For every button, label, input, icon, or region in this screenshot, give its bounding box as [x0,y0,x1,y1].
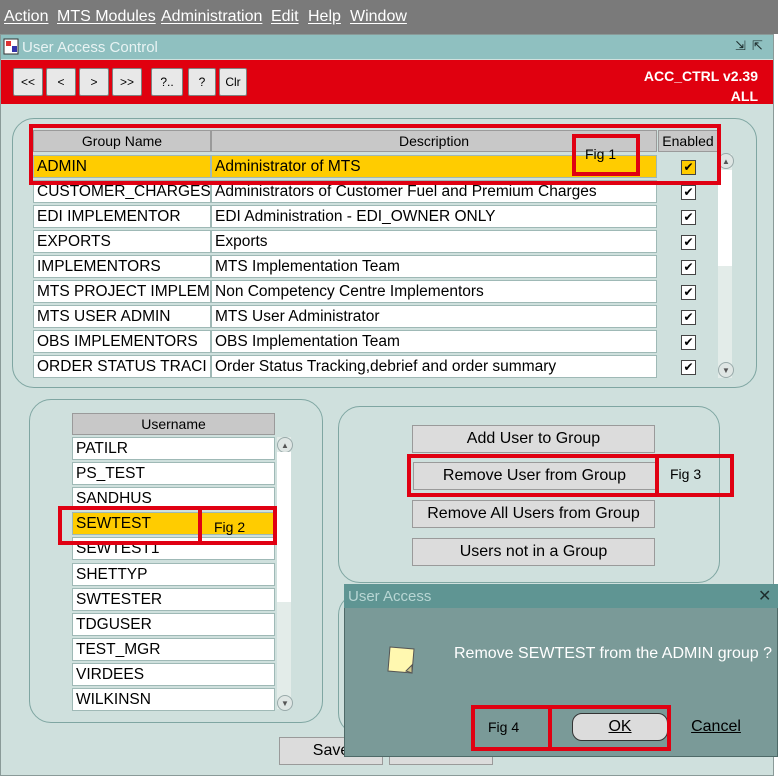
app-name: ACC_CTRL v2.39 [643,68,758,84]
menu-mts-modules[interactable]: MTS Modules [57,8,156,26]
menu-administration[interactable]: Administration [161,8,262,26]
group-description-cell[interactable]: MTS User Administrator [211,305,657,328]
dialog-message: Remove SEWTEST from the ADMIN group ? [454,645,773,662]
scroll-down-icon[interactable]: ▼ [718,362,734,378]
group-name-cell[interactable]: EXPORTS [33,230,211,253]
username-cell[interactable]: TDGUSER [72,613,275,636]
query-button[interactable]: ? [188,68,216,96]
note-icon [387,646,415,674]
group-name-cell[interactable]: ORDER STATUS TRACI [33,355,211,378]
group-description-cell[interactable]: EDI Administration - EDI_OWNER ONLY [211,205,657,228]
menu-window[interactable]: Window [350,8,407,26]
group-description-cell[interactable]: Exports [211,230,657,253]
enabled-checkbox[interactable]: ✔ [681,260,696,275]
menu-edit[interactable]: Edit [271,8,299,26]
group-name-cell[interactable]: MTS PROJECT IMPLEM [33,280,211,303]
group-name-cell[interactable]: OBS IMPLEMENTORS [33,330,211,353]
users-scroll-thumb[interactable] [277,452,291,602]
minimize-icon[interactable]: ⇲ [735,38,746,54]
app-icon [3,38,19,55]
username-cell[interactable]: WILKINSN [72,688,275,711]
group-description-cell[interactable]: Order Status Tracking,debrief and order … [211,355,657,378]
add-user-button[interactable]: Add User to Group [412,425,655,453]
enabled-checkbox[interactable]: ✔ [681,235,696,250]
previous-record-button[interactable]: < [46,68,76,96]
app-scope: ALL [730,88,758,104]
fig4-label: Fig 4 [488,719,520,735]
group-name-cell[interactable]: IMPLEMENTORS [33,255,211,278]
username-cell[interactable]: TEST_MGR [72,638,275,661]
enabled-checkbox[interactable]: ✔ [681,335,696,350]
app-version: ACC_CTRL v2.39 ALL [644,66,758,106]
window-title: User Access Control [22,39,158,56]
close-icon[interactable]: ✕ [758,586,771,606]
fig2-label: Fig 2 [214,519,246,535]
menu-bar: Action MTS Modules Administration Edit H… [0,0,778,34]
enabled-checkbox[interactable]: ✔ [681,285,696,300]
group-description-cell[interactable]: Non Competency Centre Implementors [211,280,657,303]
query-list-button[interactable]: ?.. [151,68,183,96]
username-cell[interactable]: VIRDEES [72,663,275,686]
fig1-label: Fig 1 [585,146,617,162]
enabled-checkbox[interactable]: ✔ [681,210,696,225]
last-record-button[interactable]: >> [112,68,142,96]
fig4-highlight [548,705,671,751]
scroll-down-icon[interactable]: ▼ [277,695,293,711]
group-description-cell[interactable]: MTS Implementation Team [211,255,657,278]
dialog-title: User Access [348,588,432,605]
clear-button[interactable]: Clr [219,68,247,96]
username-header: Username [72,413,275,435]
group-description-cell[interactable]: OBS Implementation Team [211,330,657,353]
first-record-button[interactable]: << [13,68,43,96]
username-cell[interactable]: SWTESTER [72,588,275,611]
scroll-up-icon[interactable]: ▲ [277,437,293,453]
group-name-cell[interactable]: EDI IMPLEMENTOR [33,205,211,228]
username-cell[interactable]: PATILR [72,437,275,460]
cancel-button[interactable]: Cancel [670,713,762,741]
group-name-cell[interactable]: MTS USER ADMIN [33,305,211,328]
username-cell[interactable]: PS_TEST [72,462,275,485]
remove-all-users-button[interactable]: Remove All Users from Group [412,500,655,528]
fig3-highlight [407,454,659,497]
username-cell[interactable]: SHETTYP [72,563,275,586]
next-record-button[interactable]: > [79,68,109,96]
enabled-checkbox[interactable]: ✔ [681,360,696,375]
maximize-icon[interactable]: ⇱ [752,38,763,54]
users-not-in-group-button[interactable]: Users not in a Group [412,538,655,566]
enabled-checkbox[interactable]: ✔ [681,185,696,200]
enabled-checkbox[interactable]: ✔ [681,310,696,325]
fig3-label: Fig 3 [670,466,702,482]
fig2-highlight [58,506,202,545]
menu-action[interactable]: Action [4,8,48,26]
menu-help[interactable]: Help [308,8,341,26]
